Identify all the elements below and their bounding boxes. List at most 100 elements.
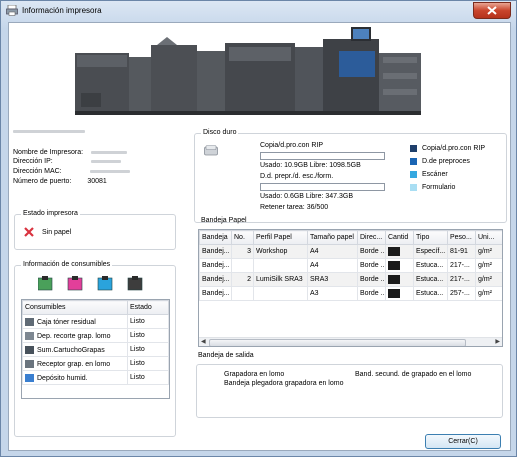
tray-weight-cell: 217-... <box>447 258 476 273</box>
table-row[interactable]: Dep. recorte grap. lomo Listo <box>22 328 169 343</box>
humidifier-tank-icon <box>25 373 34 382</box>
legend-swatch-preprocess <box>410 158 417 165</box>
consumable-status: Listo <box>127 342 169 357</box>
table-row[interactable]: Bandej... A3 Borde ... Estuca... 257-...… <box>199 286 502 301</box>
window-close-button[interactable] <box>473 2 511 19</box>
paper-tray-hscrollbar[interactable]: ◀ ▶ <box>199 337 502 346</box>
hdd-section2-usage: Usado: 0.6GB Libre: 347.3GB <box>260 193 353 200</box>
tray-type-cell: Estuca... <box>413 272 448 287</box>
col-status[interactable]: Estado <box>127 300 169 315</box>
tray-size-cell: A3 <box>307 286 358 301</box>
tray-profile-cell <box>253 258 308 273</box>
close-dialog-button[interactable]: Cerrar(C) <box>425 434 501 449</box>
hdd-retain-jobs: Retener tarea: 36/500 <box>260 204 329 211</box>
toner-green-icon <box>37 276 53 291</box>
table-row[interactable]: Bandej... 2 LumiSilk SRA3 SRA3 Borde ...… <box>199 272 502 287</box>
legend-label-rip: Copia/d.pro.con RIP <box>422 145 486 152</box>
tray-weight-cell: 257-... <box>447 286 476 301</box>
col-no[interactable]: No. <box>231 230 254 245</box>
scroll-thumb[interactable] <box>209 339 466 346</box>
printer-icon <box>6 5 18 16</box>
tray-quantity-cell <box>385 286 414 301</box>
title-bar: Información impresora <box>1 1 516 21</box>
trim-box-icon <box>25 331 34 340</box>
paper-level-icon <box>388 289 400 298</box>
consumables-group: Información de consumibles Consumibles E… <box>14 261 176 437</box>
staple-cartridge-icon <box>25 345 34 354</box>
tray-profile-cell: Workshop <box>253 244 308 259</box>
tray-direction-cell: Borde ... <box>357 258 386 273</box>
tray-unit-cell: g/m² <box>475 272 502 287</box>
tray-unit-cell: g/m² <box>475 258 502 273</box>
tray-quantity-cell <box>385 258 414 273</box>
close-icon <box>487 6 497 15</box>
table-row[interactable]: Depósito humid. Listo <box>22 370 169 385</box>
dialog-body: Nombre de Impresora: Dirección IP: Direc… <box>8 22 511 451</box>
col-profile[interactable]: Perfil Papel <box>253 230 308 245</box>
col-tray[interactable]: Bandeja <box>199 230 232 245</box>
tray-cell: Bandej... <box>199 258 232 273</box>
tray-cell: Bandej... <box>199 244 232 259</box>
table-row[interactable]: Sum.CartuchoGrapas Listo <box>22 342 169 357</box>
tray-unit-cell: g/m² <box>475 286 502 301</box>
consumables-header: Consumibles Estado <box>22 300 169 315</box>
printer-info-window: Información impresora Nombre de Impresor… <box>0 0 517 457</box>
tray-direction-cell: Borde ... <box>357 244 386 259</box>
hard-disk-group: Disco duro Copia/d.pro.con RIP Usado: 10… <box>194 129 507 223</box>
staple-receiver-icon <box>25 359 34 368</box>
col-quantity[interactable]: Cantid <box>385 230 414 245</box>
consumable-status: Listo <box>127 370 169 385</box>
legend-label-scanner: Escáner <box>422 171 448 178</box>
tray-direction-cell: Borde ... <box>357 272 386 287</box>
col-size[interactable]: Tamaño papel <box>307 230 358 245</box>
tray-quantity-cell <box>385 244 414 259</box>
hdd-section2-bar <box>260 183 385 191</box>
output-tray-group: Bandeja de salida Grapadora en lomo Band… <box>194 352 505 418</box>
table-row[interactable]: Bandej... A4 Borde ... Estuca... 217-...… <box>199 258 502 273</box>
paper-tray-table[interactable]: Bandeja No. Perfil Papel Tamaño papel Di… <box>198 229 503 347</box>
consumable-status: Listo <box>127 314 169 329</box>
table-row[interactable]: Bandej... 3 Workshop A4 Borde ... Especí… <box>199 244 502 259</box>
hard-disk-icon <box>204 145 218 156</box>
paper-tray-title: Bandeja Papel <box>201 217 247 224</box>
tray-profile-cell: LumiSilk SRA3 <box>253 272 308 287</box>
printer-name-label: Nombre de Impresora: <box>13 149 84 156</box>
ip-address-row: Dirección IP: <box>13 158 121 165</box>
consumables-list[interactable]: Consumibles Estado Caja tóner residual L… <box>21 299 170 399</box>
tray-quantity-cell <box>385 272 414 287</box>
paper-tray-header: Bandeja No. Perfil Papel Tamaño papel Di… <box>199 230 502 245</box>
consumable-status: Listo <box>127 356 169 371</box>
tray-size-cell: SRA3 <box>307 272 358 287</box>
tray-cell: Bandej... <box>199 286 232 301</box>
paper-tray-group: Bandeja Papel Bandeja No. Perfil Papel T… <box>194 217 505 347</box>
tray-unit-cell: g/m² <box>475 244 502 259</box>
printer-status-text: Sin papel <box>42 229 72 236</box>
legend-swatch-form <box>410 184 417 191</box>
legend-label-preprocess: D.de preproces <box>422 158 470 165</box>
col-type[interactable]: Tipo <box>413 230 448 245</box>
tray-size-cell: A4 <box>307 244 358 259</box>
tray-no-cell: 2 <box>231 272 254 287</box>
consumable-name: Receptor grap. en lomo <box>37 360 111 368</box>
waste-toner-icon <box>25 317 34 326</box>
paper-level-icon <box>388 275 400 284</box>
col-unit[interactable]: Uni... <box>475 230 502 245</box>
col-direction[interactable]: Direc... <box>357 230 386 245</box>
table-row[interactable]: Caja tóner residual Listo <box>22 314 169 329</box>
table-row[interactable]: Receptor grap. en lomo Listo <box>22 356 169 371</box>
printer-status-title: Estado impresora <box>21 210 80 217</box>
tray-cell: Bandej... <box>199 272 232 287</box>
scroll-left-icon[interactable]: ◀ <box>201 338 206 345</box>
hdd-section1-usage: Usado: 10.9GB Libre: 1098.5GB <box>260 162 361 169</box>
col-consumables[interactable]: Consumibles <box>22 300 128 315</box>
col-weight[interactable]: Peso... <box>447 230 476 245</box>
toner-levels <box>37 276 162 294</box>
window-title: Información impresora <box>22 6 102 15</box>
toner-magenta-icon <box>67 276 83 291</box>
tray-no-cell: 3 <box>231 244 254 259</box>
paper-level-icon <box>388 261 400 270</box>
printer-illustration <box>75 27 421 115</box>
scroll-right-icon[interactable]: ▶ <box>495 338 500 345</box>
legend-label-form: Formulario <box>422 184 456 191</box>
tray-direction-cell: Borde ... <box>357 286 386 301</box>
